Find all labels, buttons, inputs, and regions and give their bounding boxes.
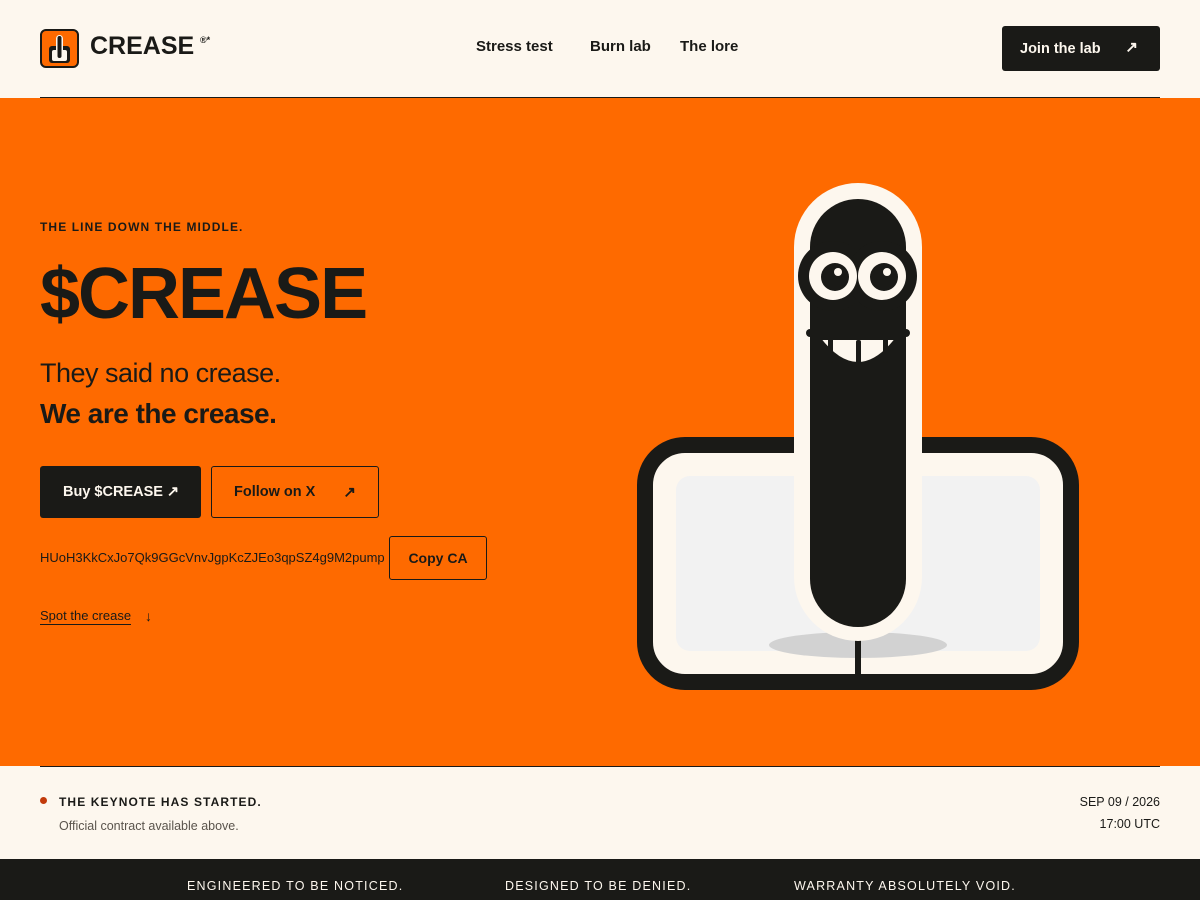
ticker-item: DESIGNED TO BE DENIED. bbox=[505, 879, 692, 893]
arrow-down-icon: ↓ bbox=[145, 608, 152, 624]
status-date: SEP 09 / 2026 bbox=[1079, 795, 1160, 809]
brand-wordmark[interactable]: CREASE bbox=[90, 32, 194, 61]
arrow-up-right-icon: ↗ bbox=[166, 484, 180, 500]
nav-burn-lab[interactable]: Burn lab bbox=[590, 38, 651, 55]
arrow-up-right-icon: ↗ bbox=[1125, 39, 1138, 56]
ticker-item: ENGINEERED TO BE NOTICED. bbox=[187, 879, 404, 893]
status-time: 17:00 UTC bbox=[1099, 817, 1160, 831]
buy-button-label: Buy $CREASE bbox=[63, 484, 163, 500]
join-the-lab-button[interactable]: Join the lab ↗ bbox=[1002, 26, 1160, 71]
hero-title: $CREASE bbox=[40, 254, 368, 334]
status-indicator-dot bbox=[40, 797, 47, 804]
copy-ca-button[interactable]: Copy CA bbox=[389, 536, 487, 580]
contract-address: HUoH3KkCxJo7Qk9GGcVnvJgpKcZJEo3qpSZ4g9M2… bbox=[40, 550, 385, 565]
brand-registered-mark: ®* bbox=[200, 35, 211, 45]
ticker-item: WARRANTY ABSOLUTELY VOID. bbox=[794, 879, 1016, 893]
hero-tagline-1: They said no crease. bbox=[40, 358, 281, 388]
hero-tagline-2: We are the crease. bbox=[40, 398, 277, 429]
follow-button-label: Follow on X bbox=[234, 484, 316, 500]
nav-the-lore[interactable]: The lore bbox=[680, 38, 738, 55]
hero-eyebrow: THE LINE DOWN THE MIDDLE. bbox=[40, 220, 244, 234]
arrow-up-right-icon: ↗ bbox=[343, 484, 356, 501]
status-title: THE KEYNOTE HAS STARTED. bbox=[59, 795, 262, 809]
status-subtitle: Official contract available above. bbox=[59, 819, 239, 833]
join-the-lab-label: Join the lab bbox=[1020, 40, 1101, 57]
nav-stress-test[interactable]: Stress test bbox=[476, 38, 553, 55]
spot-the-crease-link[interactable]: Spot the crease bbox=[40, 608, 132, 625]
logo-icon[interactable] bbox=[40, 29, 79, 68]
follow-on-x-button[interactable]: Follow on X ↗ bbox=[211, 466, 379, 518]
buy-button[interactable]: Buy $CREASE ↗ bbox=[40, 466, 201, 518]
mascot-illustration bbox=[637, 183, 1079, 690]
status-divider bbox=[40, 766, 1160, 767]
